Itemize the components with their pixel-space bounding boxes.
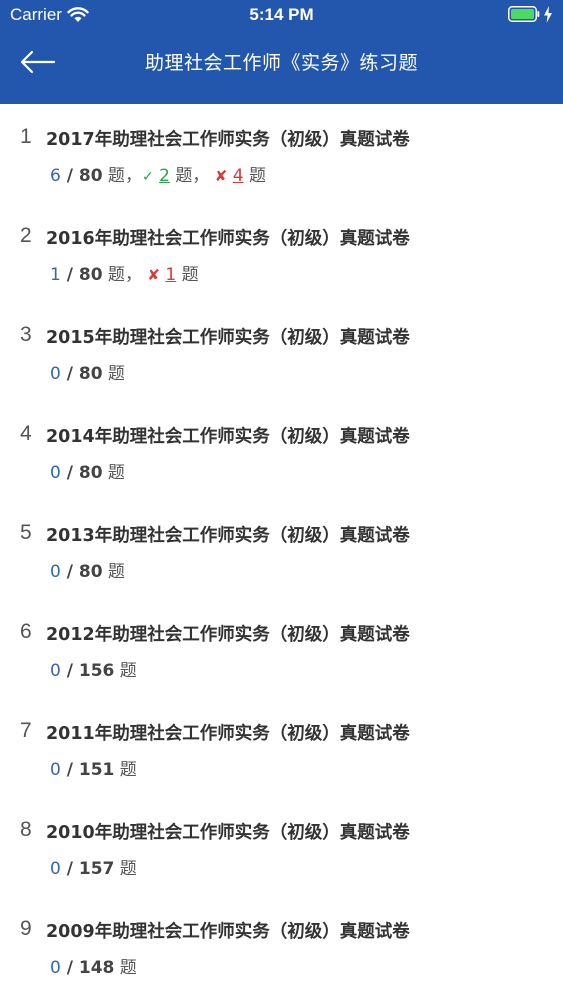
progress-total-count: / 80 <box>60 265 103 285</box>
nav-bar: 助理社会工作师《实务》练习题 <box>0 30 563 104</box>
progress-total-count: / 151 <box>60 760 115 780</box>
progress-unit: 题 <box>114 760 137 780</box>
cross-icon: ✘ <box>214 167 228 185</box>
exam-progress: 6 / 80 题，✓ 2 题， ✘ 4 题 <box>50 161 266 186</box>
exam-progress: 0 / 151 题 <box>50 755 137 780</box>
progress-done-count: 1 <box>50 265 61 285</box>
progress-unit: 题 <box>102 166 125 186</box>
progress-total-count: / 156 <box>60 661 115 681</box>
status-time: 5:14 PM <box>249 5 314 24</box>
exam-index: 8 <box>20 818 32 841</box>
exam-progress: 0 / 148 题 <box>50 953 137 978</box>
status-bar: Carrier 5:14 PM <box>0 0 563 30</box>
exam-progress: 0 / 157 题 <box>50 854 137 879</box>
exam-list-item[interactable]: 9 2009年助理社会工作师实务（初级）真题试卷 0 / 148 题 <box>0 896 563 995</box>
progress-total-count: / 80 <box>60 364 103 384</box>
exam-list-item[interactable]: 8 2010年助理社会工作师实务（初级）真题试卷 0 / 157 题 <box>0 797 563 896</box>
exam-index: 1 <box>20 125 32 148</box>
exam-progress: 0 / 80 题 <box>50 359 125 384</box>
progress-done-count: 0 <box>50 760 61 780</box>
progress-unit: 题 <box>114 859 137 879</box>
progress-total-count: / 80 <box>60 166 103 186</box>
exam-name: 2011年助理社会工作师实务（初级）真题试卷 <box>46 724 410 744</box>
progress-unit: 题 <box>102 562 125 582</box>
battery-icon <box>508 6 540 22</box>
exam-index: 4 <box>20 422 32 445</box>
exam-name: 2010年助理社会工作师实务（初级）真题试卷 <box>46 823 410 843</box>
exam-name: 2009年助理社会工作师实务（初级）真题试卷 <box>46 922 410 942</box>
progress-unit: 题 <box>102 463 125 483</box>
progress-separator: ， <box>124 265 142 285</box>
correct-unit: 题， <box>175 166 210 186</box>
progress-done-count: 0 <box>50 859 61 879</box>
correct-count: 2 <box>159 166 170 186</box>
exam-index: 6 <box>20 620 32 643</box>
exam-progress: 1 / 80 题， ✘ 1 题 <box>50 260 199 285</box>
exam-index: 2 <box>20 224 32 247</box>
exam-list: 1 2017年助理社会工作师实务（初级）真题试卷 6 / 80 题，✓ 2 题， ✘… <box>0 104 563 1000</box>
progress-unit: 题 <box>102 364 125 384</box>
exam-list-item[interactable]: 6 2012年助理社会工作师实务（初级）真题试卷 0 / 156 题 <box>0 599 563 698</box>
page-title: 助理社会工作师《实务》练习题 <box>144 52 418 74</box>
exam-list-item[interactable]: 4 2014年助理社会工作师实务（初级）真题试卷 0 / 80 题 <box>0 401 563 500</box>
exam-name: 2012年助理社会工作师实务（初级）真题试卷 <box>46 625 410 645</box>
wrong-count: 1 <box>165 265 177 285</box>
progress-total-count: / 148 <box>60 958 115 978</box>
progress-total-count: / 80 <box>60 463 103 483</box>
exam-name: 2017年助理社会工作师实务（初级）真题试卷 <box>46 130 410 150</box>
progress-done-count: 0 <box>50 958 61 978</box>
exam-list-item[interactable]: 5 2013年助理社会工作师实务（初级）真题试卷 0 / 80 题 <box>0 500 563 599</box>
progress-total-count: / 80 <box>60 562 103 582</box>
exam-list-item[interactable]: 3 2015年助理社会工作师实务（初级）真题试卷 0 / 80 题 <box>0 302 563 401</box>
exam-name: 2013年助理社会工作师实务（初级）真题试卷 <box>46 526 410 546</box>
wrong-unit: 题 <box>181 265 199 285</box>
wrong-count: 4 <box>232 166 244 186</box>
progress-done-count: 0 <box>50 661 61 681</box>
progress-done-count: 0 <box>50 562 61 582</box>
exam-list-item[interactable]: 7 2011年助理社会工作师实务（初级）真题试卷 0 / 151 题 <box>0 698 563 797</box>
progress-separator: ， <box>124 166 142 186</box>
progress-done-count: 0 <box>50 364 61 384</box>
progress-unit: 题 <box>114 661 137 681</box>
check-icon: ✓ <box>141 169 154 185</box>
exam-name: 2015年助理社会工作师实务（初级）真题试卷 <box>46 328 410 348</box>
exam-index: 3 <box>20 323 32 346</box>
exam-progress: 0 / 80 题 <box>50 557 125 582</box>
bolt-icon <box>544 6 552 23</box>
cross-icon: ✘ <box>147 266 160 284</box>
progress-done-count: 0 <box>50 463 61 483</box>
exam-index: 7 <box>20 719 32 742</box>
progress-unit: 题 <box>102 265 125 285</box>
progress-done-count: 6 <box>50 166 61 186</box>
exam-name: 2016年助理社会工作师实务（初级）真题试卷 <box>46 229 410 249</box>
exam-index: 5 <box>20 521 32 544</box>
progress-unit: 题 <box>114 958 137 978</box>
exam-index: 9 <box>20 917 32 940</box>
progress-total-count: / 157 <box>60 859 115 879</box>
exam-progress: 0 / 156 题 <box>50 656 137 681</box>
exam-list-item[interactable]: 1 2017年助理社会工作师实务（初级）真题试卷 6 / 80 题，✓ 2 题， ✘… <box>0 104 563 203</box>
wrong-unit: 题 <box>248 166 266 186</box>
exam-progress: 0 / 80 题 <box>50 458 125 483</box>
exam-list-item[interactable]: 2 2016年助理社会工作师实务（初级）真题试卷 1 / 80 题， ✘ 1 题 <box>0 203 563 302</box>
exam-name: 2014年助理社会工作师实务（初级）真题试卷 <box>46 427 410 447</box>
